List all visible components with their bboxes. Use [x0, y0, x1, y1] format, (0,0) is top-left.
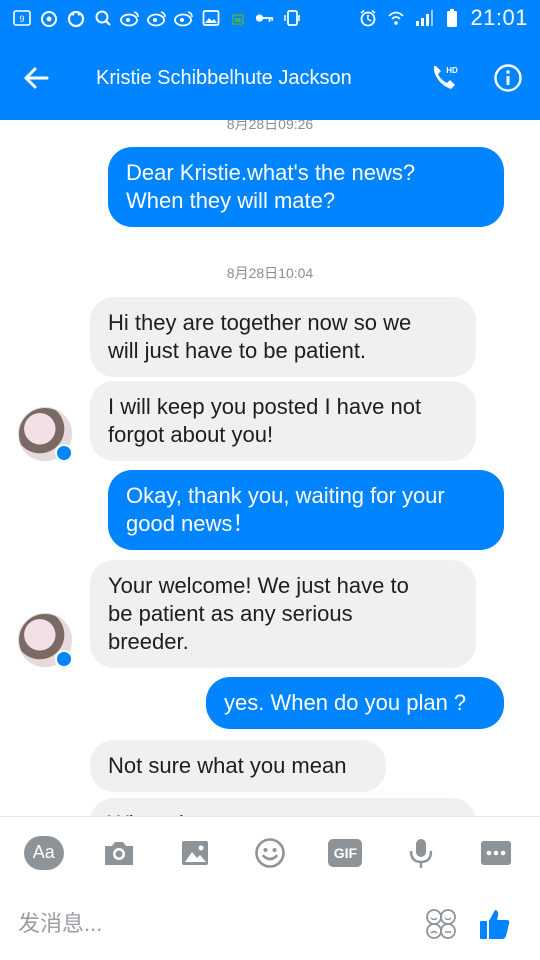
wifi-icon: [386, 8, 406, 28]
weibo-icon: [174, 8, 194, 28]
status-left-icons: 9: [12, 8, 358, 28]
camera-icon: [105, 841, 134, 865]
status-right-icons: 21:01: [358, 5, 528, 31]
conversation-header: Kristie Schibbelhute Jackson HD: [0, 36, 540, 120]
alarm-icon: [358, 8, 378, 28]
gif-label: GIF: [328, 838, 363, 867]
arrow-left-icon: [24, 67, 49, 89]
notification-9-icon: 9: [12, 8, 32, 28]
incoming-message[interactable]: I will keep you posted I have not forgot…: [90, 381, 476, 461]
info-button[interactable]: [476, 36, 540, 120]
text-format-button[interactable]: Aa: [22, 831, 66, 875]
incoming-message[interactable]: Hi they are together now so we will just…: [90, 297, 476, 377]
sticker-button[interactable]: [414, 899, 468, 949]
more-button[interactable]: [474, 831, 518, 875]
voice-button[interactable]: [399, 831, 443, 875]
contact-avatar[interactable]: [18, 613, 73, 668]
like-button[interactable]: [468, 897, 522, 951]
status-time: 21:01: [470, 5, 528, 30]
message-timestamp: 8月28日10:04: [226, 265, 314, 281]
svg-text:HD: HD: [446, 66, 458, 75]
battery-small-icon: [228, 8, 248, 28]
image-icon: [181, 840, 208, 865]
phone-hd-icon: HD: [433, 66, 458, 89]
incoming-message[interactable]: Your welcome! We just have to be patient…: [90, 560, 476, 668]
back-button[interactable]: [0, 36, 72, 120]
microphone-icon: [409, 838, 433, 868]
contact-name[interactable]: Kristie Schibbelhute Jackson: [72, 67, 414, 90]
key-icon: [255, 8, 275, 28]
sticker-faces-icon: [426, 909, 456, 939]
signal-icon: [414, 8, 434, 28]
gallery-button[interactable]: [173, 831, 217, 875]
messenger-badge-icon: [55, 444, 73, 462]
message-composer: [0, 888, 540, 960]
weibo-icon: [147, 8, 167, 28]
composer-toolbar: Aa GIF: [0, 816, 540, 888]
more-icon: [481, 840, 512, 865]
gif-button[interactable]: GIF: [323, 831, 367, 875]
message-thread[interactable]: 8月28日09:26 Dear Kristie.what's the news?…: [0, 120, 540, 816]
emoji-button[interactable]: [248, 831, 292, 875]
incoming-message[interactable]: Not sure what you mean: [90, 740, 386, 792]
outgoing-message[interactable]: Okay, thank you, waiting for your good n…: [108, 470, 504, 550]
info-icon: [494, 64, 522, 92]
aa-label: Aa: [23, 835, 64, 870]
search-app-icon: [93, 8, 113, 28]
outgoing-message[interactable]: yes. When do you plan ?: [206, 677, 504, 729]
outgoing-message[interactable]: Dear Kristie.what's the news? When they …: [108, 147, 504, 227]
incoming-message[interactable]: When do you to ...: [90, 798, 476, 816]
svg-text:9: 9: [19, 14, 24, 24]
vibrate-icon: [282, 8, 302, 28]
smiley-icon: [255, 837, 285, 868]
weibo-icon: [39, 8, 59, 28]
weibo-icon: [120, 8, 140, 28]
message-timestamp: 8月28日09:26: [226, 120, 314, 132]
hd-call-button[interactable]: HD: [414, 36, 476, 120]
thumbs-up-icon: [480, 910, 510, 939]
messenger-badge-icon: [55, 650, 73, 668]
message-input[interactable]: [18, 911, 414, 937]
battery-icon: [442, 8, 462, 28]
status-bar: 9 21:01: [0, 0, 540, 36]
circle-app-icon: [66, 8, 86, 28]
image-icon: [201, 8, 221, 28]
contact-avatar[interactable]: [18, 407, 73, 462]
camera-button[interactable]: [97, 831, 141, 875]
